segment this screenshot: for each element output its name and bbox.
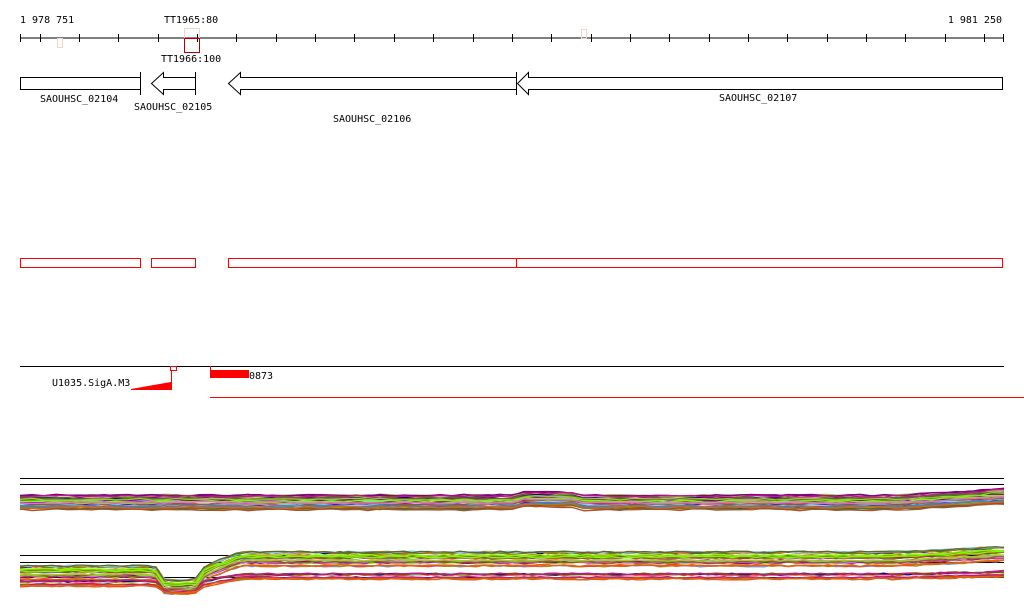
genome-browser-view: 1 978 751 1 981 250 TT1965:80 TT1966:100… bbox=[19, 15, 1024, 595]
marker-box-faint[interactable] bbox=[57, 38, 63, 48]
cds-box[interactable] bbox=[516, 258, 1003, 268]
feature-0873[interactable]: 0873 bbox=[210, 366, 1024, 398]
expression-profiles bbox=[19, 478, 1005, 595]
marker-box-faint[interactable] bbox=[581, 29, 587, 39]
marker-label-tt1965: TT1965:80 bbox=[164, 15, 218, 26]
gene-label: SAOUHSC_02107 bbox=[719, 93, 797, 104]
feature-label: 0873 bbox=[249, 371, 273, 382]
cds-box[interactable] bbox=[151, 258, 196, 268]
gene-track: SAOUHSC_02104 SAOUHSC_02105 SAOUHSC_0210… bbox=[20, 71, 1003, 125]
cds-box[interactable] bbox=[228, 258, 517, 268]
cds-box[interactable] bbox=[20, 258, 141, 268]
gene-saouhsc-02107[interactable]: SAOUHSC_02107 bbox=[516, 71, 1003, 105]
gene-saouhsc-02104[interactable]: SAOUHSC_02104 bbox=[20, 72, 141, 105]
marker-label-tt1966: TT1966:100 bbox=[161, 54, 221, 65]
gene-saouhsc-02106[interactable]: SAOUHSC_02106 bbox=[227, 71, 517, 125]
feature-u1035-siga-m3[interactable]: U1035.SigA.M3 bbox=[52, 366, 177, 390]
ruler-end-label: 1 981 250 bbox=[948, 15, 1002, 26]
ruler-start-label: 1 978 751 bbox=[20, 15, 74, 26]
gene-saouhsc-02105[interactable]: SAOUHSC_02105 bbox=[134, 71, 212, 113]
feature-track: U1035.SigA.M3 0873 bbox=[20, 366, 1024, 398]
cds-track bbox=[20, 258, 1003, 268]
gene-label: SAOUHSC_02104 bbox=[40, 94, 118, 105]
feature-label: U1035.SigA.M3 bbox=[52, 378, 130, 389]
coordinate-ruler: 1 978 751 1 981 250 TT1965:80 TT1966:100 bbox=[20, 15, 1004, 65]
gene-label: SAOUHSC_02105 bbox=[134, 102, 212, 113]
gene-label: SAOUHSC_02106 bbox=[333, 114, 411, 125]
